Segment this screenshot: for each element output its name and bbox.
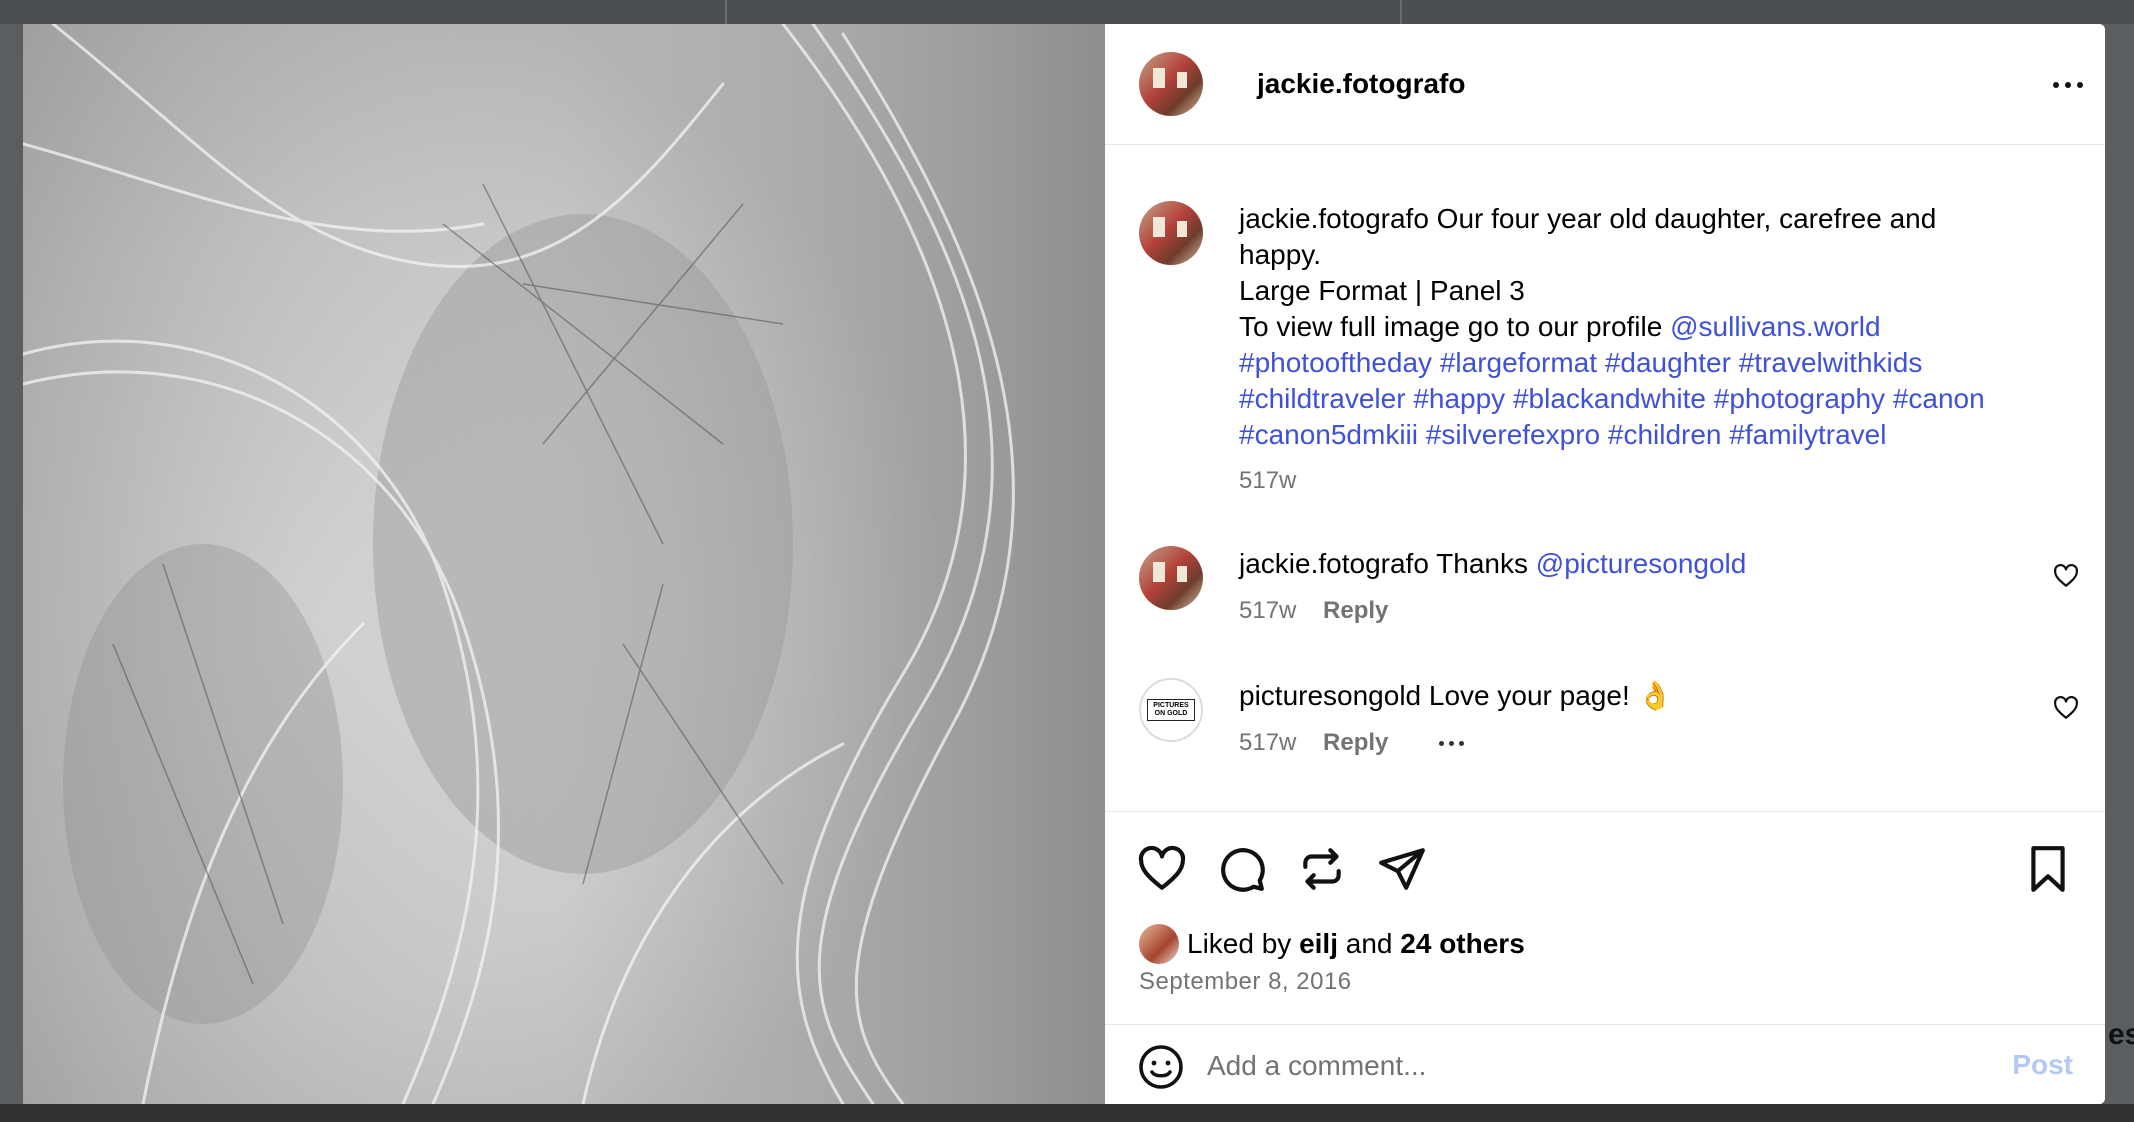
comment-text: jackie.fotografo Thanks @picturesongold — [1239, 546, 2059, 582]
caption-timestamp[interactable]: 517w — [1239, 467, 1296, 495]
comments-section: jackie.fotografo Our four year old daugh… — [1105, 145, 2105, 811]
post-actions: Liked by eilj and 24 others September 8,… — [1105, 811, 2105, 1025]
backdrop-bottom — [0, 1104, 2134, 1122]
hashtag-row: #canon5dmkiii #silverefexpro #children #… — [1239, 417, 2059, 453]
caption-line-3: Large Format | Panel 3 — [1239, 275, 1525, 306]
hashtag-row: #photooftheday #largeformat #daughter #t… — [1239, 345, 2059, 381]
background-edge-text: es — [2108, 1018, 2134, 1051]
comment-like-heart-icon[interactable] — [2053, 563, 2079, 589]
hashtag-link[interactable]: #children — [1608, 419, 1722, 450]
hashtag-link[interactable]: #blackandwhite — [1513, 383, 1706, 414]
hashtag-link[interactable]: #silverefexpro — [1426, 419, 1600, 450]
post-side-panel: jackie.fotografo jackie.fotografo Our fo… — [1105, 24, 2105, 1104]
caption-username[interactable]: jackie.fotografo — [1239, 203, 1429, 234]
likes-others-link[interactable]: 24 others — [1400, 928, 1525, 960]
comment-text: picturesongold Love your page! 👌 — [1239, 678, 2059, 714]
author-username[interactable]: jackie.fotografo — [1257, 68, 1465, 100]
reply-button[interactable]: Reply — [1323, 729, 1388, 756]
avatar-logo-text: PICTURES ON GOLD — [1147, 699, 1195, 721]
hashtag-link[interactable]: #happy — [1413, 383, 1505, 414]
comment-bubble-icon[interactable] — [1217, 844, 1267, 894]
bookmark-icon[interactable] — [2023, 844, 2073, 894]
caption-line-4: To view full image go to our profile — [1239, 311, 1663, 342]
more-options-icon[interactable] — [2053, 82, 2083, 88]
caption-line-1: Our four year old daughter, carefree and — [1436, 203, 1937, 234]
caption-line-2: happy. — [1239, 239, 1321, 270]
author-avatar[interactable] — [1139, 52, 1203, 116]
likes-prefix: Liked by — [1187, 928, 1292, 959]
mention-link[interactable]: @picturesongold — [1536, 548, 1747, 579]
heart-icon[interactable] — [1137, 844, 1187, 894]
comment-timestamp[interactable]: 517w — [1239, 729, 1296, 756]
comment-more-icon[interactable] — [1439, 741, 1465, 747]
caption-avatar[interactable] — [1139, 201, 1203, 265]
post-photo-image — [23, 24, 1105, 1104]
hashtag-link[interactable]: #photography — [1714, 383, 1885, 414]
post-header: jackie.fotografo — [1105, 24, 2105, 145]
comment-avatar-logo[interactable]: PICTURES ON GOLD — [1139, 678, 1203, 742]
liker-username[interactable]: eilj — [1299, 928, 1338, 960]
comment-body: Love your page! 👌 — [1428, 680, 1673, 711]
hashtag-link[interactable]: #canon5dmkiii — [1239, 419, 1418, 450]
backdrop-top — [0, 0, 2134, 24]
hashtag-link[interactable]: #daughter — [1605, 347, 1731, 378]
comment-timestamp[interactable]: 517w — [1239, 597, 1296, 624]
hashtag-link[interactable]: #childtraveler — [1239, 383, 1406, 414]
hashtag-link[interactable]: #travelwithkids — [1739, 347, 1923, 378]
repost-icon[interactable] — [1297, 844, 1347, 894]
comment-meta: 517w Reply — [1239, 729, 1465, 757]
likes-joiner: and — [1345, 928, 1393, 959]
send-icon[interactable] — [1377, 844, 1427, 894]
comment-username[interactable]: jackie.fotografo — [1239, 548, 1429, 579]
post-modal: jackie.fotografo jackie.fotografo Our fo… — [23, 24, 2105, 1104]
post-date[interactable]: September 8, 2016 — [1139, 968, 1352, 996]
caption-text: jackie.fotografo Our four year old daugh… — [1239, 201, 2059, 453]
post-photo[interactable] — [23, 24, 1105, 1104]
hashtag-link[interactable]: #familytravel — [1729, 419, 1886, 450]
comment-like-heart-icon[interactable] — [2053, 695, 2079, 721]
reply-button[interactable]: Reply — [1323, 597, 1388, 624]
comment-body: Thanks — [1436, 548, 1528, 579]
hashtag-link[interactable]: #photooftheday — [1239, 347, 1432, 378]
post-comment-button[interactable]: Post — [2012, 1049, 2073, 1081]
hashtag-link[interactable]: #largeformat — [1440, 347, 1597, 378]
liker-avatar[interactable] — [1139, 924, 1179, 964]
mention-link[interactable]: @sullivans.world — [1670, 311, 1881, 342]
hashtag-row: #childtraveler #happy #blackandwhite #ph… — [1239, 381, 2059, 417]
comment-username[interactable]: picturesongold — [1239, 680, 1421, 711]
comment-meta: 517w Reply — [1239, 597, 1388, 625]
emoji-smiley-icon[interactable] — [1137, 1043, 1185, 1091]
comment-input[interactable] — [1205, 1043, 1909, 1089]
comment-avatar[interactable] — [1139, 546, 1203, 610]
add-comment-bar: Post — [1105, 1024, 2105, 1104]
hashtag-link[interactable]: #canon — [1893, 383, 1985, 414]
likes-summary: Liked by eilj and 24 others — [1139, 924, 1525, 964]
